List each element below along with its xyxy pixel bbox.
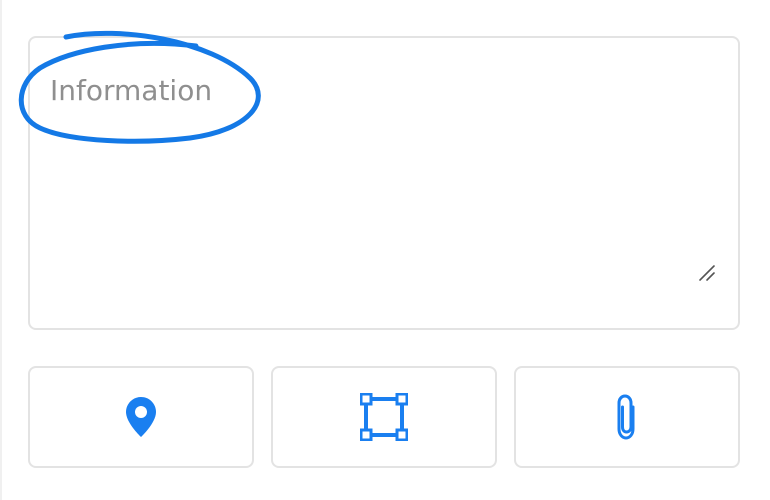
attach-file-button[interactable] <box>514 366 740 468</box>
add-location-button[interactable] <box>28 366 254 468</box>
left-edge-divider <box>0 0 2 500</box>
select-area-button[interactable] <box>271 366 497 468</box>
resize-handle-icon[interactable] <box>696 262 718 284</box>
information-form <box>0 0 770 500</box>
location-pin-icon <box>124 395 158 439</box>
information-textarea[interactable] <box>30 38 738 328</box>
action-button-row <box>28 366 740 468</box>
paperclip-icon <box>614 393 640 441</box>
select-area-icon <box>360 393 408 441</box>
information-field-container <box>28 36 740 330</box>
